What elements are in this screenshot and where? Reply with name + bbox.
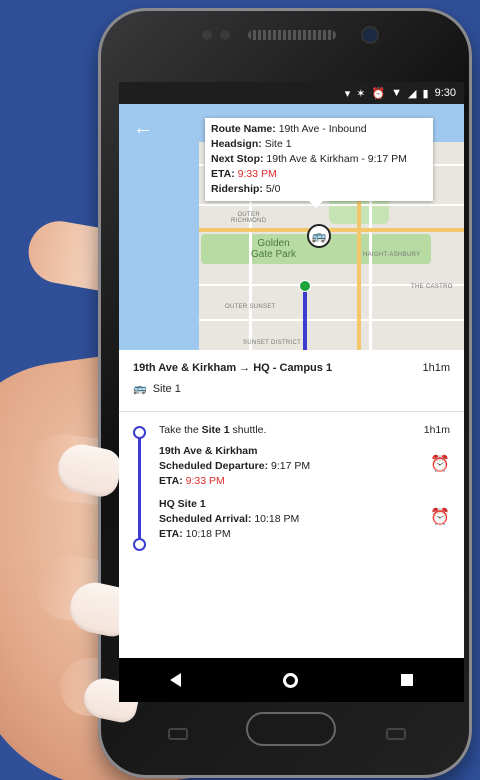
app-screen: ▾ ✶ ⏰ ▼ ◢ ▮ 9:30 OUTER RICHMOND Golden G…: [119, 82, 464, 702]
timeline-end-dot: [133, 538, 146, 551]
street: [199, 319, 464, 321]
bus-marker-icon[interactable]: 🚌: [307, 224, 331, 248]
map-label-park: Golden Gate Park: [251, 238, 297, 260]
highway: [199, 228, 464, 232]
android-nav-bar: [119, 658, 464, 702]
timeline-start-dot: [133, 426, 146, 439]
back-softkey[interactable]: [386, 728, 406, 740]
destination-stop: HQ Site 1 Scheduled Arrival: 10:18 PM ET…: [159, 498, 300, 540]
nav-recent-icon[interactable]: [400, 674, 413, 686]
map-label-sunset-district: SUNSET DISTRICT: [243, 340, 302, 346]
nav-back-icon[interactable]: [170, 673, 182, 687]
status-bar: ▾ ✶ ⏰ ▼ ◢ ▮ 9:30: [119, 82, 464, 104]
front-camera: [363, 28, 377, 42]
bus-icon: 🚌: [133, 383, 147, 395]
headsign: Site 1: [264, 138, 292, 150]
alarm-icon: ⏰: [371, 87, 386, 100]
street: [199, 204, 464, 206]
battery-icon: ▮: [422, 87, 429, 100]
map-view[interactable]: OUTER RICHMOND Golden Gate Park HAIGHT-A…: [119, 104, 464, 350]
status-time: 9:30: [434, 87, 456, 99]
map-label-castro: THE CASTRO: [411, 284, 453, 290]
recent-softkey[interactable]: [168, 728, 188, 740]
timeline-line: [138, 432, 141, 544]
next-stop: 19th Ave & Kirkham - 9:17 PM: [266, 153, 407, 165]
vehicle-info-popup: Route Name: 19th Ave - Inbound Headsign:…: [205, 118, 433, 208]
map-label-haight: HAIGHT-ASHBURY: [363, 252, 421, 258]
signal-icon: ◢: [408, 87, 417, 100]
stop-marker[interactable]: [299, 280, 311, 292]
back-arrow-icon[interactable]: ←: [133, 118, 153, 138]
trip-summary[interactable]: 19th Ave & Kirkham → HQ - Campus 1 1h1m …: [119, 350, 464, 412]
route-name: 19th Ave - Inbound: [278, 123, 367, 135]
alarm-clock-icon[interactable]: ⏰: [430, 454, 450, 474]
bluetooth-icon: ✶: [356, 87, 366, 100]
ridership: 5/0: [265, 183, 281, 195]
eta: 9:33 PM: [237, 168, 277, 180]
shuttle-name: Site 1: [152, 382, 181, 395]
location-icon: ▾: [344, 87, 351, 100]
origin-stop: 19th Ave & Kirkham Scheduled Departure: …: [159, 445, 311, 487]
step-duration: 1h1m: [423, 424, 450, 436]
sensor: [202, 30, 212, 40]
alarm-clock-icon[interactable]: ⏰: [430, 507, 450, 527]
route-line: [303, 290, 307, 350]
map-label-outer-richmond: OUTER RICHMOND: [231, 212, 267, 224]
map-label-outer-sunset: OUTER SUNSET: [225, 304, 276, 310]
wifi-icon: ▼: [391, 87, 403, 99]
trip-details: Take the Site 1 shuttle. 1h1m 19th Ave &…: [119, 412, 464, 551]
trip-duration: 1h1m: [422, 362, 450, 374]
nav-home-icon[interactable]: [283, 672, 299, 688]
sensor: [220, 30, 230, 40]
hardware-home-button[interactable]: [246, 712, 336, 746]
instruction: Take the Site 1 shuttle.: [159, 424, 267, 436]
earpiece-speaker: [248, 30, 336, 40]
trip-title: 19th Ave & Kirkham → HQ - Campus 1: [133, 362, 333, 374]
